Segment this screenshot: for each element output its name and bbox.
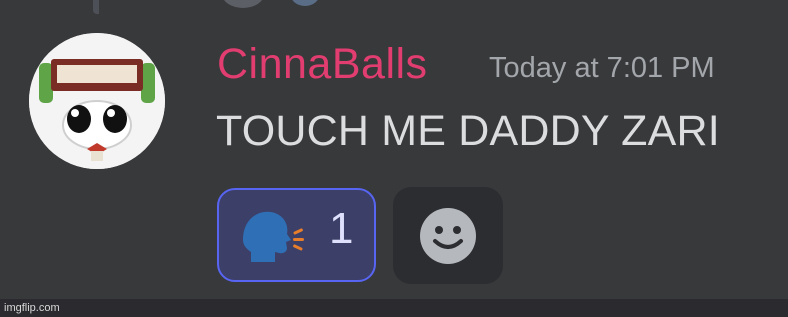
message-content: TOUCH ME DADDY ZARI bbox=[216, 107, 720, 155]
message-timestamp[interactable]: Today at 7:01 PM bbox=[489, 52, 715, 85]
user-avatar[interactable] bbox=[29, 33, 165, 169]
chat-view: CinnaBalls Today at 7:01 PM TOUCH ME DAD… bbox=[0, 0, 788, 317]
username[interactable]: CinnaBalls bbox=[217, 40, 428, 89]
previous-message-avatar bbox=[222, 0, 264, 8]
smiley-face-icon bbox=[420, 208, 476, 264]
reaction-count: 1 bbox=[329, 204, 354, 253]
speaking-head-icon bbox=[243, 211, 304, 262]
previous-message-avatar-secondary bbox=[290, 0, 320, 6]
avatar-image bbox=[29, 33, 165, 169]
add-reaction-button[interactable] bbox=[393, 187, 503, 284]
reply-thread-line bbox=[93, 0, 99, 14]
reaction-speaking-head[interactable]: 1 bbox=[217, 188, 376, 282]
watermark-bar bbox=[0, 299, 788, 317]
watermark: imgflip.com bbox=[4, 302, 60, 314]
